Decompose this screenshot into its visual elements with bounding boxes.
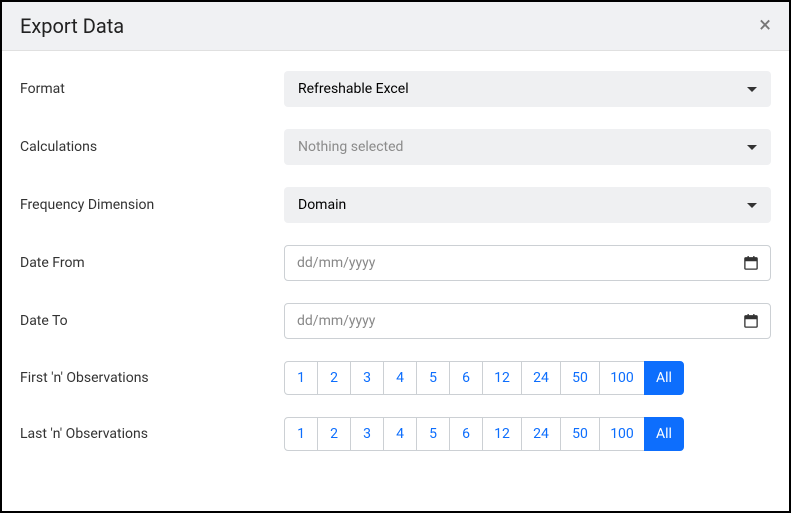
last-n-24[interactable]: 24 <box>521 417 561 451</box>
last-n-2[interactable]: 2 <box>317 417 351 451</box>
first-n-24[interactable]: 24 <box>521 361 561 395</box>
row-format: Format Refreshable Excel <box>20 71 771 107</box>
chevron-down-icon <box>747 145 757 150</box>
last-n-3[interactable]: 3 <box>350 417 384 451</box>
modal-title: Export Data <box>20 14 124 38</box>
first-n-4[interactable]: 4 <box>383 361 417 395</box>
date-from-placeholder: dd/mm/yyyy <box>297 255 375 271</box>
first-n-2[interactable]: 2 <box>317 361 351 395</box>
row-first-n: First 'n' Observations 1 2 3 4 5 6 12 24… <box>20 361 771 395</box>
frequency-select[interactable]: Domain <box>284 187 771 223</box>
modal-header: Export Data × <box>2 2 789 51</box>
first-n-5[interactable]: 5 <box>416 361 450 395</box>
label-last-n: Last 'n' Observations <box>20 426 284 442</box>
label-format: Format <box>20 81 284 97</box>
format-select[interactable]: Refreshable Excel <box>284 71 771 107</box>
first-n-all[interactable]: All <box>644 361 684 395</box>
first-n-100[interactable]: 100 <box>599 361 645 395</box>
calculations-value: Nothing selected <box>298 139 403 155</box>
close-icon[interactable]: × <box>759 15 771 37</box>
last-n-12[interactable]: 12 <box>482 417 522 451</box>
first-n-12[interactable]: 12 <box>482 361 522 395</box>
chevron-down-icon <box>747 87 757 92</box>
row-calculations: Calculations Nothing selected <box>20 129 771 165</box>
last-n-5[interactable]: 5 <box>416 417 450 451</box>
date-to-input[interactable]: dd/mm/yyyy <box>284 303 771 339</box>
label-date-from: Date From <box>20 255 284 271</box>
last-n-6[interactable]: 6 <box>449 417 483 451</box>
first-n-50[interactable]: 50 <box>560 361 600 395</box>
first-n-6[interactable]: 6 <box>449 361 483 395</box>
row-date-from: Date From dd/mm/yyyy <box>20 245 771 281</box>
last-n-100[interactable]: 100 <box>599 417 645 451</box>
label-frequency: Frequency Dimension <box>20 197 284 213</box>
last-n-1[interactable]: 1 <box>284 417 318 451</box>
last-n-4[interactable]: 4 <box>383 417 417 451</box>
last-n-all[interactable]: All <box>644 417 684 451</box>
date-to-placeholder: dd/mm/yyyy <box>297 313 375 329</box>
date-from-input[interactable]: dd/mm/yyyy <box>284 245 771 281</box>
first-n-1[interactable]: 1 <box>284 361 318 395</box>
row-frequency: Frequency Dimension Domain <box>20 187 771 223</box>
first-n-group: 1 2 3 4 5 6 12 24 50 100 All <box>284 361 771 395</box>
first-n-3[interactable]: 3 <box>350 361 384 395</box>
row-last-n: Last 'n' Observations 1 2 3 4 5 6 12 24 … <box>20 417 771 451</box>
last-n-50[interactable]: 50 <box>560 417 600 451</box>
frequency-value: Domain <box>298 197 346 213</box>
calendar-icon <box>744 314 758 328</box>
calendar-icon <box>744 256 758 270</box>
last-n-group: 1 2 3 4 5 6 12 24 50 100 All <box>284 417 771 451</box>
chevron-down-icon <box>747 203 757 208</box>
calculations-select[interactable]: Nothing selected <box>284 129 771 165</box>
row-date-to: Date To dd/mm/yyyy <box>20 303 771 339</box>
modal-body: Format Refreshable Excel Calculations No… <box>2 51 789 493</box>
label-calculations: Calculations <box>20 139 284 155</box>
label-date-to: Date To <box>20 313 284 329</box>
format-value: Refreshable Excel <box>298 81 409 97</box>
label-first-n: First 'n' Observations <box>20 370 284 386</box>
